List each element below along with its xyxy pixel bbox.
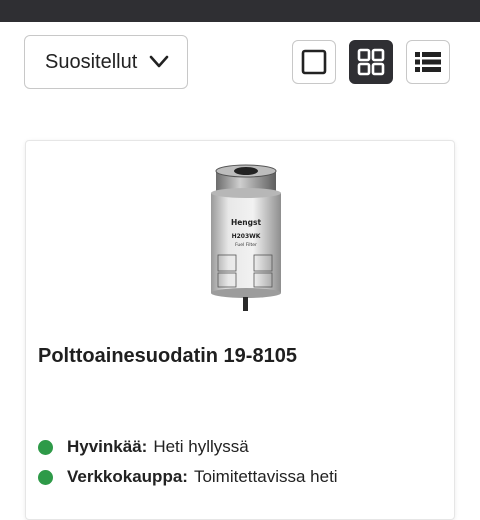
product-card[interactable]: Hengst H203WK Fuel Filter Polttoainesuod…: [25, 140, 455, 520]
availability-status: Heti hyllyssä: [153, 437, 249, 456]
availability-status: Toimitettavissa heti: [193, 467, 338, 486]
availability-location: Hyvinkää:: [67, 437, 148, 456]
grid-icon: [357, 48, 385, 76]
in-stock-dot-icon: [38, 439, 53, 455]
image-code-text: H203WK: [232, 233, 261, 240]
sort-dropdown-value: Suositellut: [45, 50, 138, 73]
list-icon: [415, 52, 441, 72]
sort-dropdown[interactable]: Suositellut: [24, 35, 188, 89]
product-title[interactable]: Polttoainesuodatin 19-8105: [38, 345, 297, 368]
top-bar: [0, 0, 480, 22]
image-brand-text: Hengst: [231, 218, 262, 227]
in-stock-dot-icon: [38, 469, 53, 485]
product-image[interactable]: Hengst H203WK Fuel Filter: [206, 163, 286, 313]
square-icon: [301, 49, 327, 75]
image-type-text: Fuel Filter: [235, 242, 257, 248]
grid-view-button[interactable]: [349, 40, 393, 84]
availability-row-store: Hyvinkää: Heti hyllyssä: [38, 437, 249, 457]
availability-location: Verkkokauppa:: [67, 467, 188, 486]
chevron-down-icon: [149, 55, 169, 68]
list-view-button[interactable]: [406, 40, 450, 84]
availability-row-webshop: Verkkokauppa: Toimitettavissa heti: [38, 467, 338, 487]
single-column-view-button[interactable]: [292, 40, 336, 84]
